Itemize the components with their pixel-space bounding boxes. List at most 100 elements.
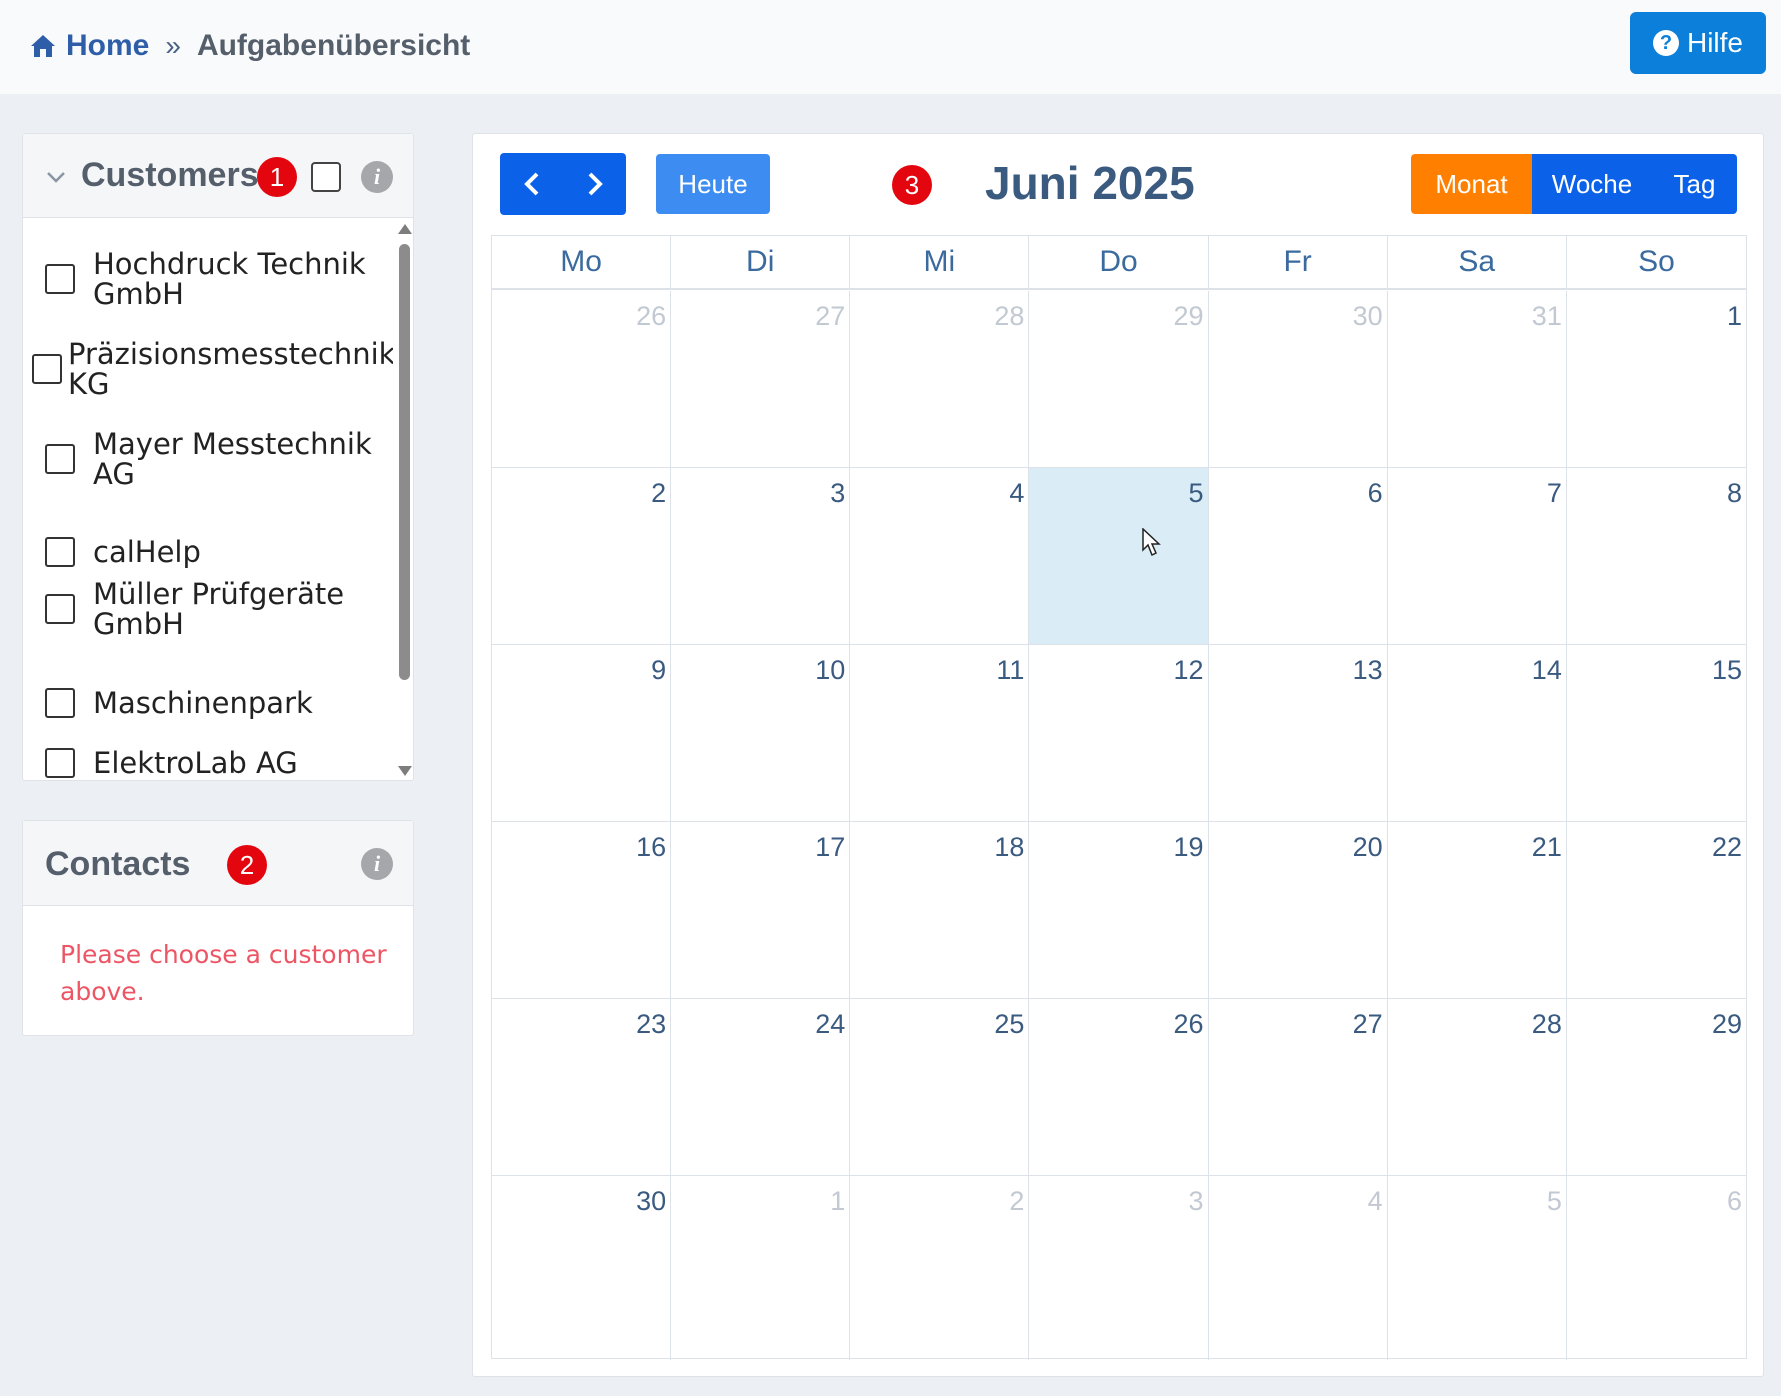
customer-item[interactable]: calHelp (45, 537, 201, 567)
customer-item[interactable]: Mayer Messtechnik AG (45, 429, 372, 489)
day-cell[interactable]: 4 (850, 468, 1030, 644)
day-cell[interactable]: 28 (1388, 999, 1567, 1175)
day-cell[interactable]: 30 (492, 1176, 672, 1360)
customer-checkbox[interactable] (45, 688, 75, 718)
day-number[interactable]: 15 (1712, 655, 1742, 686)
day-number[interactable]: 18 (994, 832, 1024, 863)
day-cell[interactable]: 8 (1567, 468, 1746, 644)
day-cell[interactable]: 25 (850, 999, 1030, 1175)
day-number[interactable]: 4 (1368, 1186, 1383, 1217)
day-number[interactable]: 1 (830, 1186, 845, 1217)
day-number[interactable]: 2 (651, 478, 666, 509)
day-number[interactable]: 31 (1532, 301, 1562, 332)
day-cell[interactable]: 31 (1388, 291, 1567, 467)
customer-item[interactable]: Müller Prüfgeräte GmbH (45, 579, 344, 639)
day-cell[interactable]: 16 (492, 822, 672, 998)
day-cell[interactable]: 6 (1567, 1176, 1746, 1360)
view-month-button[interactable]: Monat (1411, 154, 1532, 214)
day-cell[interactable]: 13 (1209, 645, 1388, 821)
day-number[interactable]: 30 (636, 1186, 666, 1217)
day-number[interactable]: 11 (996, 655, 1024, 686)
day-cell[interactable]: 19 (1029, 822, 1209, 998)
day-number[interactable]: 27 (1353, 1009, 1383, 1040)
day-number[interactable]: 20 (1353, 832, 1383, 863)
day-cell[interactable]: 17 (671, 822, 851, 998)
day-cell[interactable]: 15 (1567, 645, 1746, 821)
customer-item[interactable]: Maschinenpark (45, 688, 313, 718)
day-number[interactable]: 12 (1174, 655, 1204, 686)
day-cell[interactable]: 6 (1209, 468, 1388, 644)
day-cell[interactable]: 7 (1388, 468, 1567, 644)
day-number[interactable]: 3 (830, 478, 845, 509)
customer-item[interactable]: Hochdruck Technik GmbH (45, 249, 366, 309)
day-number[interactable]: 4 (1009, 478, 1024, 509)
day-cell[interactable]: 28 (850, 291, 1030, 467)
breadcrumb-home-link[interactable]: Home (66, 29, 149, 63)
info-icon[interactable]: i (361, 848, 393, 880)
customer-checkbox[interactable] (45, 748, 75, 778)
day-number[interactable]: 29 (1712, 1009, 1742, 1040)
customer-item[interactable]: Präzisionsmesstechnik KG (32, 339, 393, 399)
day-cell[interactable]: 21 (1388, 822, 1567, 998)
day-number[interactable]: 19 (1174, 832, 1204, 863)
day-number[interactable]: 27 (815, 301, 845, 332)
day-number[interactable]: 9 (651, 655, 666, 686)
day-number[interactable]: 26 (636, 301, 666, 332)
day-cell[interactable]: 29 (1567, 999, 1746, 1175)
home-icon[interactable] (30, 33, 56, 59)
day-number[interactable]: 28 (1532, 1009, 1562, 1040)
day-number[interactable]: 29 (1174, 301, 1204, 332)
day-cell[interactable]: 10 (671, 645, 851, 821)
today-button[interactable]: Heute (656, 154, 770, 214)
day-number[interactable]: 14 (1532, 655, 1562, 686)
day-cell[interactable]: 12 (1029, 645, 1209, 821)
day-number[interactable]: 13 (1353, 655, 1383, 686)
day-number[interactable]: 6 (1368, 478, 1383, 509)
day-cell[interactable]: 1 (671, 1176, 851, 1360)
day-number[interactable]: 25 (994, 1009, 1024, 1040)
day-number[interactable]: 16 (636, 832, 666, 863)
day-number[interactable]: 2 (1009, 1186, 1024, 1217)
day-cell[interactable]: 23 (492, 999, 672, 1175)
day-number[interactable]: 22 (1712, 832, 1742, 863)
day-number[interactable]: 26 (1174, 1009, 1204, 1040)
customer-checkbox[interactable] (45, 537, 75, 567)
day-number[interactable]: 21 (1532, 832, 1562, 863)
day-cell[interactable]: 18 (850, 822, 1030, 998)
day-cell[interactable]: 1 (1567, 291, 1746, 467)
scrollbar-thumb[interactable] (399, 244, 410, 680)
day-number[interactable]: 28 (994, 301, 1024, 332)
customer-checkbox[interactable] (45, 264, 75, 294)
day-cell[interactable]: 26 (1029, 999, 1209, 1175)
day-number[interactable]: 5 (1189, 478, 1204, 509)
day-cell[interactable]: 5 (1388, 1176, 1567, 1360)
day-cell[interactable]: 30 (1209, 291, 1388, 467)
customer-list-scrollbar[interactable] (395, 222, 413, 778)
day-cell[interactable]: 3 (1029, 1176, 1209, 1360)
day-cell[interactable]: 27 (1209, 999, 1388, 1175)
day-cell[interactable]: 4 (1209, 1176, 1388, 1360)
day-cell[interactable]: 24 (671, 999, 851, 1175)
day-number[interactable]: 3 (1189, 1186, 1204, 1217)
day-cell[interactable]: 14 (1388, 645, 1567, 821)
customer-item[interactable]: ElektroLab AG (45, 748, 298, 778)
view-day-button[interactable]: Tag (1652, 154, 1737, 214)
day-cell[interactable]: 27 (671, 291, 851, 467)
view-week-button[interactable]: Woche (1532, 154, 1652, 214)
day-cell[interactable]: 3 (671, 468, 851, 644)
day-number[interactable]: 5 (1547, 1186, 1562, 1217)
scroll-down-arrow-icon[interactable] (398, 766, 412, 776)
day-number[interactable]: 10 (815, 655, 845, 686)
day-number[interactable]: 30 (1353, 301, 1383, 332)
day-cell[interactable]: 26 (492, 291, 672, 467)
day-cell[interactable]: 29 (1029, 291, 1209, 467)
day-cell[interactable]: 9 (492, 645, 672, 821)
info-icon[interactable]: i (361, 161, 393, 193)
select-all-customers-checkbox[interactable] (311, 162, 341, 192)
day-number[interactable]: 7 (1547, 478, 1562, 509)
day-number[interactable]: 17 (815, 832, 845, 863)
day-number[interactable]: 23 (636, 1009, 666, 1040)
customer-checkbox[interactable] (32, 354, 62, 384)
day-cell-today[interactable]: 5 (1029, 468, 1209, 644)
day-cell[interactable]: 22 (1567, 822, 1746, 998)
